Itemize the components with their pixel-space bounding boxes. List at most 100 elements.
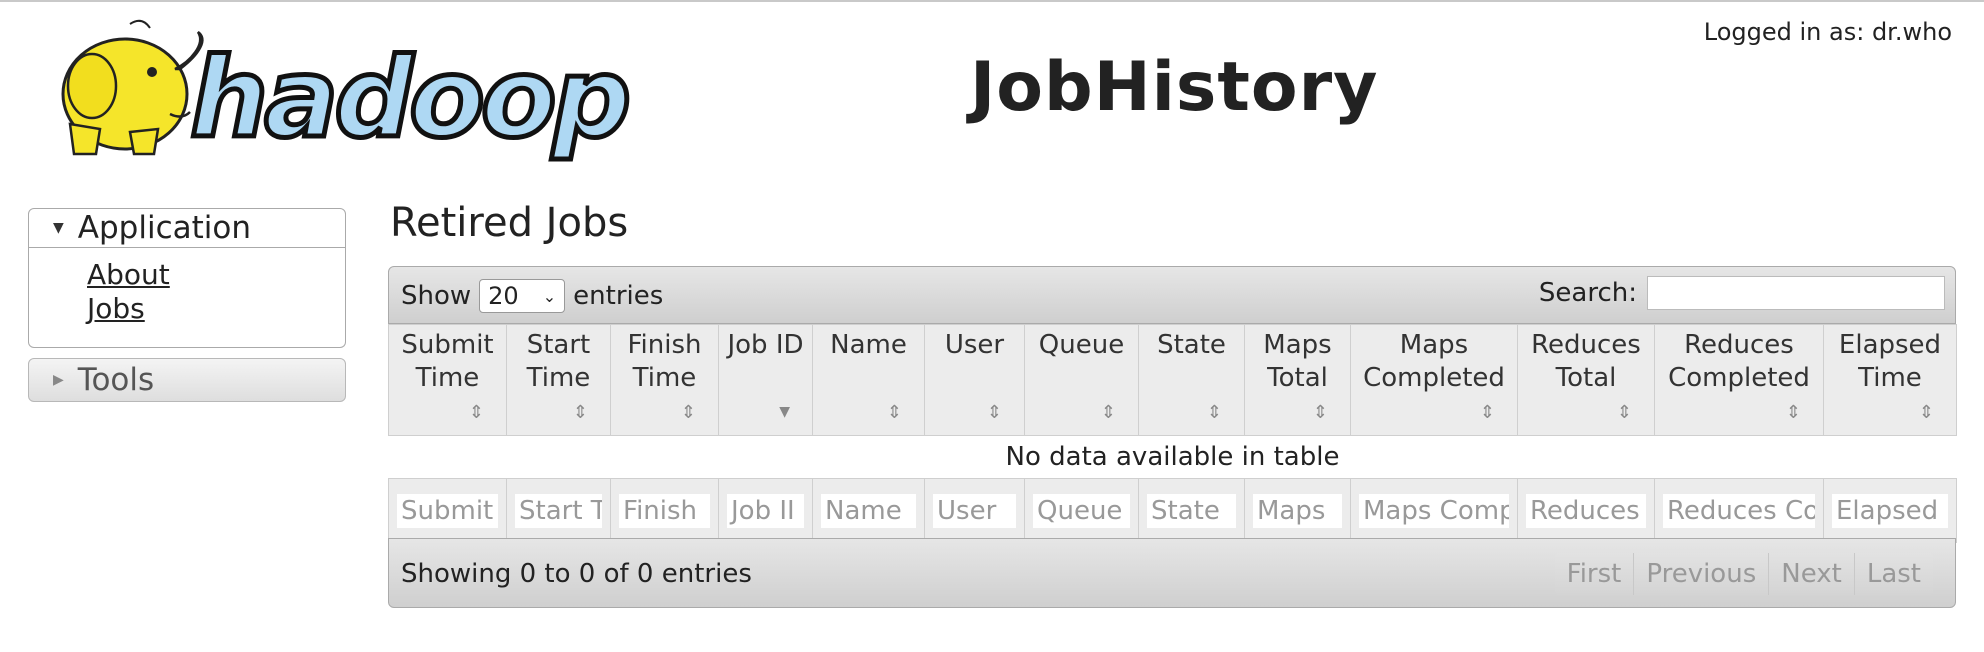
table-header-row: Submit Time ⇕ Start Time ⇕ Finish Time ⇕ Job I… [388, 324, 1957, 436]
page-length-control: Show 20 ⌄ entries [401, 279, 663, 313]
column-filter-input[interactable]: Maps Comp [1359, 493, 1509, 528]
jobs-table: Submit Time ⇕ Start Time ⇕ Finish Time ⇕ Job I… [388, 324, 1957, 543]
sort-both-icon: ⇕ [680, 402, 696, 423]
sort-both-icon: ⇕ [1100, 402, 1116, 423]
column-header-label: Job ID [727, 330, 804, 360]
column-filter-input[interactable]: Submit [397, 493, 498, 528]
column-header[interactable]: Name ⇕ [812, 324, 925, 436]
search-control: Search: [1539, 276, 1945, 310]
tools-label: Tools [77, 362, 155, 398]
column-filter-cell: User [924, 478, 1025, 543]
first-page-button[interactable]: First [1554, 553, 1635, 595]
column-header-label: Reduces Total [1531, 330, 1641, 393]
previous-page-button[interactable]: Previous [1634, 553, 1770, 595]
search-input[interactable] [1647, 276, 1945, 310]
column-filter-input[interactable]: Name [821, 493, 916, 528]
sort-both-icon: ⇕ [1479, 402, 1495, 423]
column-header-label: Maps Total [1263, 330, 1332, 393]
column-header[interactable]: Job ID ▼ [718, 324, 813, 436]
column-header-label: Finish Time [627, 330, 702, 393]
column-header-label: State [1157, 330, 1226, 360]
last-page-button[interactable]: Last [1854, 553, 1933, 595]
column-filter-cell: State [1138, 478, 1245, 543]
sort-both-icon: ⇕ [886, 402, 902, 423]
column-filter-input[interactable]: Queue [1033, 493, 1130, 528]
column-filter-cell: Start T [506, 478, 611, 543]
column-filter-cell: Submit [388, 478, 507, 543]
sort-both-icon: ⇕ [1312, 402, 1328, 423]
sort-both-icon: ⇕ [1918, 402, 1934, 423]
column-header[interactable]: State ⇕ [1138, 324, 1245, 436]
hadoop-logo: hadoop [61, 19, 630, 164]
application-links: About Jobs [28, 248, 346, 348]
column-filter-cell: Maps Comp [1350, 478, 1518, 543]
column-header[interactable]: Queue ⇕ [1024, 324, 1139, 436]
column-header[interactable]: Submit Time ⇕ [388, 324, 507, 436]
sort-both-icon: ⇕ [1616, 402, 1632, 423]
next-page-button[interactable]: Next [1769, 553, 1855, 595]
sort-both-icon: ⇕ [1206, 402, 1222, 423]
sort-both-icon: ⇕ [986, 402, 1002, 423]
filter-row: Submit Start T Finish Job II Name User Queue St… [388, 478, 1957, 543]
column-header[interactable]: Maps Total ⇕ [1244, 324, 1351, 436]
sort-both-icon: ⇕ [572, 402, 588, 423]
column-header[interactable]: Start Time ⇕ [506, 324, 611, 436]
empty-row: No data available in table [389, 436, 1957, 479]
column-filter-cell: Reduces [1517, 478, 1655, 543]
column-header[interactable]: Finish Time ⇕ [610, 324, 719, 436]
pagination: First Previous Next Last [1554, 553, 1933, 595]
column-header-label: Start Time [526, 330, 591, 393]
hadoop-wordmark: hadoop [190, 34, 627, 162]
column-header-label: Maps Completed [1363, 330, 1505, 393]
column-filter-input[interactable]: Job II [727, 493, 804, 528]
column-header[interactable]: Elapsed Time ⇕ [1823, 324, 1957, 436]
application-header[interactable]: ▼ Application [28, 208, 346, 248]
column-header-label: Queue [1038, 330, 1125, 360]
column-filter-input[interactable]: Maps [1253, 493, 1342, 528]
table-info: Showing 0 to 0 of 0 entries [401, 559, 752, 589]
tools-menu: ▶ Tools [28, 358, 346, 402]
logged-in-user: Logged in as: dr.who [1703, 18, 1952, 46]
sort-desc-icon: ▼ [779, 404, 790, 420]
column-filter-cell: Reduces Co [1654, 478, 1824, 543]
table-footer: Showing 0 to 0 of 0 entries First Previo… [388, 538, 1956, 608]
column-filter-input[interactable]: Start T [515, 493, 602, 528]
sort-both-icon: ⇕ [1785, 402, 1801, 423]
column-filter-input[interactable]: Elapsed [1832, 493, 1948, 528]
about-link[interactable]: About [87, 258, 345, 292]
chevron-down-icon: ⌄ [542, 286, 557, 306]
column-header[interactable]: Maps Completed ⇕ [1350, 324, 1518, 436]
column-filter-cell: Queue [1024, 478, 1139, 543]
show-label: Show [401, 281, 472, 311]
column-filter-cell: Elapsed [1823, 478, 1957, 543]
column-filter-input[interactable]: State [1147, 493, 1236, 528]
section-title: Retired Jobs [390, 200, 629, 246]
column-header[interactable]: Reduces Total ⇕ [1517, 324, 1655, 436]
column-filter-cell: Finish [610, 478, 719, 543]
page-length-select[interactable]: 20 ⌄ [479, 279, 566, 313]
tools-header[interactable]: ▶ Tools [28, 358, 346, 402]
triangle-down-icon: ▼ [53, 220, 64, 236]
column-header-label: Elapsed Time [1838, 330, 1942, 393]
column-filter-input[interactable]: User [933, 493, 1016, 528]
search-label: Search: [1538, 278, 1637, 308]
column-header-label: Reduces Completed [1668, 330, 1810, 393]
column-header-label: Name [830, 330, 907, 360]
column-header-label: Submit Time [401, 330, 494, 393]
application-menu: ▼ Application About Jobs [28, 208, 346, 348]
column-filter-input[interactable]: Finish [619, 493, 710, 528]
column-filter-input[interactable]: Reduces [1526, 493, 1646, 528]
application-label: Application [77, 210, 251, 246]
empty-message: No data available in table [1005, 442, 1340, 472]
table-toolbar: Show 20 ⌄ entries Search: [388, 266, 1956, 324]
entries-label: entries [573, 281, 664, 311]
column-filter-cell: Job II [718, 478, 813, 543]
page-title: JobHistory [970, 48, 1379, 127]
column-header[interactable]: Reduces Completed ⇕ [1654, 324, 1824, 436]
triangle-right-icon: ▶ [53, 372, 64, 388]
column-header-label: User [944, 330, 1005, 360]
column-filter-input[interactable]: Reduces Co [1663, 493, 1815, 528]
column-header[interactable]: User ⇕ [924, 324, 1025, 436]
jobs-link[interactable]: Jobs [87, 292, 345, 326]
sort-both-icon: ⇕ [468, 402, 484, 423]
